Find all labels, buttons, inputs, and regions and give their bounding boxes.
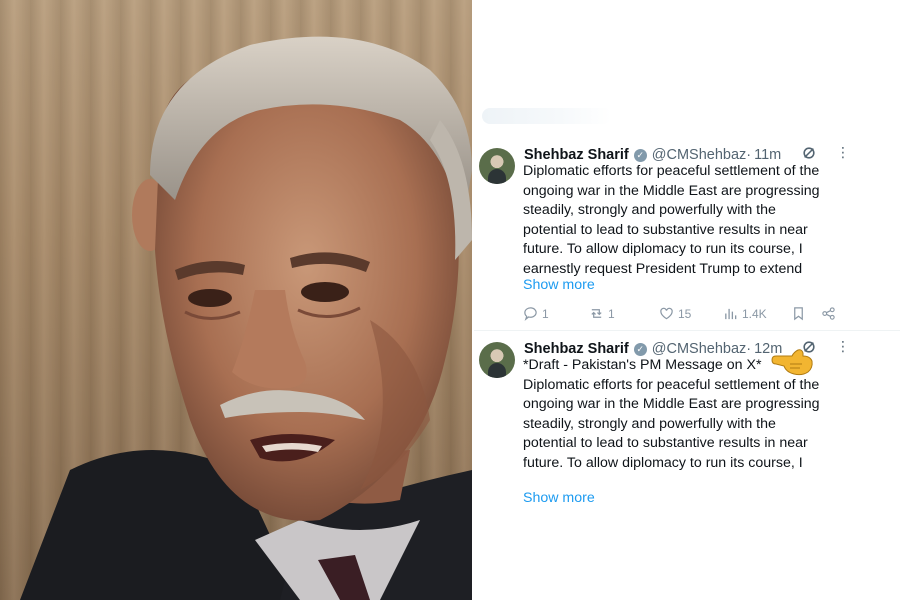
tweet-line: steadily, strongly and powerfully with t…	[523, 415, 776, 432]
reply-count: 1	[542, 306, 549, 321]
tweet-card[interactable]: Shehbaz Sharif ✓ @CMShehbaz · 11m ⋮ Dipl…	[474, 142, 900, 331]
faded-previous-content	[482, 108, 612, 124]
bookmark-button[interactable]	[791, 306, 806, 321]
separator-dot: ·	[746, 341, 752, 357]
share-button[interactable]	[821, 306, 836, 321]
tweet-line: future. To allow diplomacy to run its co…	[523, 241, 803, 257]
tweet-card[interactable]: Shehbaz Sharif ✓ @CMShehbaz · 12m ⋮ *Dra…	[474, 336, 900, 526]
separator-dot: ·	[746, 147, 752, 163]
more-options-icon[interactable]: ⋮	[836, 338, 850, 355]
tweet-line: potential to lead to substantive results…	[523, 221, 808, 238]
grok-icon[interactable]	[802, 146, 816, 160]
reply-button[interactable]: 1	[523, 306, 549, 321]
more-options-icon[interactable]: ⋮	[836, 144, 850, 161]
repost-button[interactable]: 1	[589, 306, 615, 321]
tweet-feed: Shehbaz Sharif ✓ @CMShehbaz · 11m ⋮ Dipl…	[474, 0, 900, 600]
show-more-link[interactable]: Show more	[523, 490, 595, 506]
repost-icon	[591, 309, 602, 318]
avatar[interactable]	[479, 342, 515, 378]
views-count: 1.4K	[742, 306, 767, 321]
avatar[interactable]	[479, 148, 515, 184]
author-handle[interactable]: @CMShehbaz	[652, 147, 747, 163]
news-photo	[0, 0, 472, 600]
tweet-actions: 1 1 15 1.4K	[523, 306, 843, 326]
views-button[interactable]: 1.4K	[723, 306, 767, 321]
reply-icon	[524, 307, 537, 321]
verified-badge-icon: ✓	[633, 148, 647, 162]
heart-icon	[660, 307, 673, 320]
show-more-link[interactable]: Show more	[523, 277, 595, 293]
like-button[interactable]: 15	[659, 306, 691, 321]
share-icon	[822, 307, 835, 320]
portrait-illustration	[20, 36, 472, 600]
author-handle[interactable]: @CMShehbaz	[652, 341, 747, 357]
draft-label: *Draft - Pakistan's PM Message on X*	[523, 357, 762, 373]
tweet-text: *Draft - Pakistan's PM Message on X* Dip…	[523, 356, 853, 473]
bookmark-icon	[794, 307, 803, 321]
author-name[interactable]: Shehbaz Sharif	[524, 341, 629, 357]
like-count: 15	[678, 306, 692, 321]
verified-badge-icon: ✓	[633, 342, 647, 356]
author-name[interactable]: Shehbaz Sharif	[524, 147, 629, 163]
tweet-line: ongoing war in the Middle East are progr…	[523, 396, 820, 412]
views-icon	[725, 308, 737, 320]
tweet-line: future. To allow diplomacy to run its co…	[523, 454, 803, 471]
tweet-line: steadily, strongly and powerfully with t…	[523, 202, 776, 218]
tweet-line: ongoing war in the Middle East are progr…	[523, 182, 820, 199]
tweet-line: Diplomatic efforts for peaceful settleme…	[523, 163, 820, 179]
tweet-text: Diplomatic efforts for peaceful settleme…	[523, 162, 853, 279]
tweet-time[interactable]: 11m	[754, 147, 781, 163]
repost-count: 1	[608, 306, 615, 321]
tweet-line: potential to lead to substantive results…	[523, 435, 808, 451]
tweet-line: Diplomatic efforts for peaceful settleme…	[523, 376, 820, 393]
